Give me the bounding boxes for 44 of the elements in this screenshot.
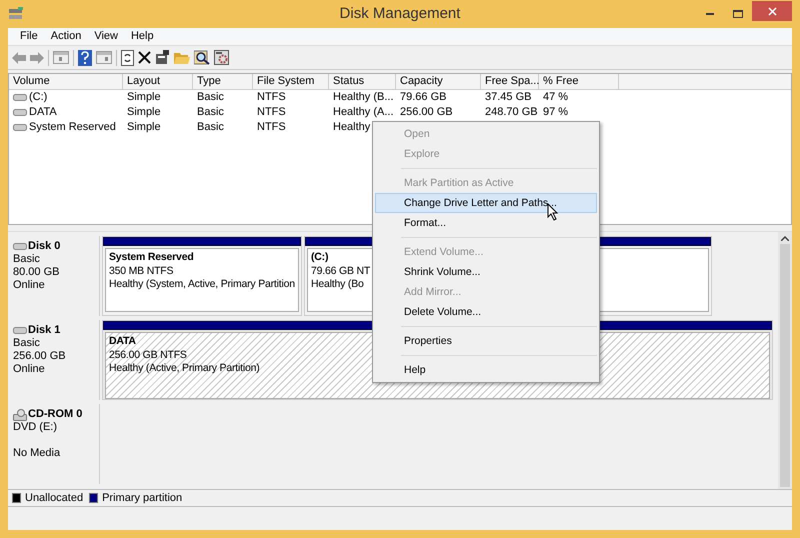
partition-size: 79.66 GB NT xyxy=(311,264,370,278)
partition-name: System Reserved xyxy=(109,251,194,264)
disk-status: Online xyxy=(13,279,46,292)
table-cell-text: Healthy (A... xyxy=(333,105,394,120)
disk-status: Online xyxy=(13,363,46,376)
legend-label: Primary partition xyxy=(102,490,182,506)
table-cell-text: DATA xyxy=(29,105,57,120)
table-cell-text: NTFS xyxy=(257,90,286,106)
disk-type: Basic xyxy=(13,337,41,350)
legend-label: Unallocated xyxy=(25,490,84,506)
disk-size: 256.00 GB xyxy=(13,350,67,363)
table-cell-text: Basic xyxy=(197,90,224,106)
disk-size: 80.00 GB xyxy=(13,266,60,279)
table-cell-text: Healthy xyxy=(333,120,370,136)
partition-size: 256.00 GB NTFS xyxy=(109,348,187,362)
table-cell-text: 47 % xyxy=(543,90,568,106)
table-cell-text: Healthy (B... xyxy=(333,90,394,106)
partition-name: DATA xyxy=(109,335,136,348)
table-cell-text: 97 % xyxy=(543,105,568,120)
disk-name: Disk 0 xyxy=(28,240,60,253)
partition-status: Healthy (Active, Primary Partition) xyxy=(109,362,260,376)
table-cell-text: Basic xyxy=(197,120,224,136)
partition-status: Healthy (Bo xyxy=(311,278,364,292)
table-cell-text: NTFS xyxy=(257,120,286,136)
disk-status: No Media xyxy=(13,447,62,460)
table-cell-text: Simple xyxy=(127,120,161,136)
partition-status: Healthy (System, Active, Primary Partition xyxy=(109,278,295,292)
table-cell-text: 37.45 GB xyxy=(485,90,532,106)
disk-name: CD-ROM 0 xyxy=(28,408,82,421)
table-cell-text: NTFS xyxy=(257,105,286,120)
table-cell-text: 79.66 GB xyxy=(400,90,446,106)
window-title: Disk Management xyxy=(340,4,460,24)
disk-type: DVD (E:) xyxy=(13,421,58,434)
table-cell-text: 248.70 GB xyxy=(485,105,538,120)
table-cell-text: Simple xyxy=(127,105,161,120)
disk-name: Disk 1 xyxy=(28,324,60,337)
disk-type: Basic xyxy=(13,253,41,266)
partition-name: (C:) xyxy=(311,251,328,264)
table-cell-text: Simple xyxy=(127,90,161,106)
partition-size: 350 MB NTFS xyxy=(109,264,174,278)
table-cell-text: 256.00 GB xyxy=(400,105,453,120)
table-cell-text: System Reserved xyxy=(29,120,116,136)
table-cell-text: Basic xyxy=(197,105,224,120)
table-cell-text: (C:) xyxy=(29,90,48,106)
